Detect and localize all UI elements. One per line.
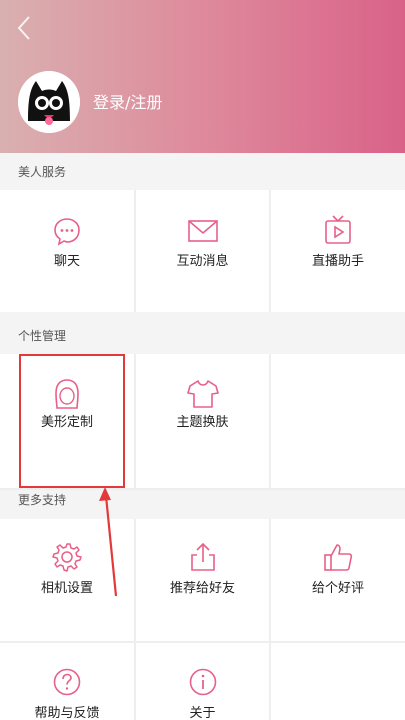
services-grid: 聊天 互动消息 直播助手 xyxy=(0,190,405,312)
about-label: 关于 xyxy=(189,706,216,720)
about-button[interactable]: 关于 xyxy=(136,643,269,720)
section-title-services: 美人服务 xyxy=(18,165,67,179)
personalization-grid: 美形定制 主题换肤 xyxy=(0,354,405,490)
recommend-friends-label: 推荐给好友 xyxy=(169,581,235,596)
face-outline-icon xyxy=(55,379,79,409)
help-feedback-button[interactable]: 帮助与反馈 xyxy=(0,643,134,720)
section-title-personalization: 个性管理 xyxy=(18,329,67,343)
chat-icon xyxy=(54,218,80,246)
avatar[interactable] xyxy=(18,71,80,133)
gear-icon xyxy=(52,543,82,572)
live-assistant-label: 直播助手 xyxy=(311,254,364,269)
rate-app-label: 给个好评 xyxy=(311,581,364,596)
tshirt-icon xyxy=(186,380,219,408)
login-register-link[interactable]: 登录/注册 xyxy=(93,93,162,113)
mail-icon xyxy=(187,220,218,242)
help-icon xyxy=(53,668,81,696)
profile-header: 登录/注册 xyxy=(0,0,405,153)
cat-avatar-icon xyxy=(18,71,80,133)
chat-button[interactable]: 聊天 xyxy=(0,190,134,312)
info-icon xyxy=(189,668,216,696)
rate-app-button[interactable]: 给个好评 xyxy=(271,519,405,641)
interactive-messages-label: 互动消息 xyxy=(176,254,229,269)
tv-icon xyxy=(325,215,351,244)
empty-grid-cell xyxy=(271,643,405,720)
theme-skin-button[interactable]: 主题换肤 xyxy=(136,354,269,488)
beauty-customize-label: 美形定制 xyxy=(40,415,93,430)
help-feedback-label: 帮助与反馈 xyxy=(34,706,100,720)
share-icon xyxy=(190,542,215,571)
chat-label: 聊天 xyxy=(53,254,80,269)
live-assistant-button[interactable]: 直播助手 xyxy=(271,190,405,312)
interactive-messages-button[interactable]: 互动消息 xyxy=(136,190,269,312)
recommend-friends-button[interactable]: 推荐给好友 xyxy=(136,519,269,641)
theme-skin-label: 主题换肤 xyxy=(176,415,229,430)
thumbs-up-icon xyxy=(324,544,353,571)
beauty-customize-button[interactable]: 美形定制 xyxy=(0,354,134,488)
empty-grid-cell xyxy=(271,354,405,488)
section-title-more-support: 更多支持 xyxy=(18,493,67,507)
support-grid: 相机设置 推荐给好友 给个好评 帮助与反馈 关于 xyxy=(0,519,405,720)
annotation-arrow-icon xyxy=(99,487,118,597)
chevron-left-icon[interactable] xyxy=(13,14,37,42)
